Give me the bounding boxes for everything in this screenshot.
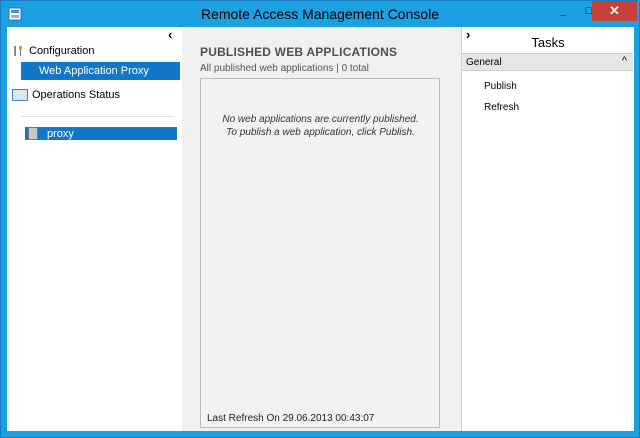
tools-icon — [14, 46, 22, 56]
tasks-pane: › Tasks General ^ Publish Refresh — [461, 27, 634, 431]
empty-state-message: No web applications are currently publis… — [222, 114, 419, 138]
section-title: PUBLISHED WEB APPLICATIONS — [200, 45, 398, 59]
server-icon — [28, 127, 38, 140]
nav-item-configuration[interactable]: Configuration — [12, 45, 94, 57]
nav-divider — [19, 116, 174, 117]
close-icon: ✕ — [609, 3, 620, 18]
last-refresh-text: Last Refresh On 29.06.2013 00:43:07 — [207, 413, 375, 424]
collapse-left-icon[interactable]: ‹ — [168, 27, 172, 42]
operations-status-icon — [12, 89, 28, 101]
content-pane: PUBLISHED WEB APPLICATIONS All published… — [188, 27, 455, 431]
title-bar[interactable]: Remote Access Management Console _ □ ✕ — [1, 1, 639, 27]
task-refresh[interactable]: Refresh — [484, 102, 519, 113]
close-button[interactable]: ✕ — [592, 1, 637, 21]
chevron-up-icon: ^ — [621, 55, 627, 67]
tasks-title: Tasks — [531, 35, 565, 50]
nav-label-configuration: Configuration — [29, 45, 95, 57]
section-subtitle: All published web applications | 0 total — [200, 63, 369, 74]
task-publish[interactable]: Publish — [484, 81, 517, 92]
published-apps-list: No web applications are currently publis… — [200, 78, 440, 428]
nav-item-operations-status[interactable]: Operations Status — [12, 89, 120, 101]
minimize-button[interactable]: _ — [550, 1, 576, 21]
navigation-pane: ‹ Configuration Web Application Proxy Op… — [7, 27, 182, 431]
nav-label-web-application-proxy: Web Application Proxy — [39, 65, 149, 77]
nav-label-operations-status: Operations Status — [32, 89, 121, 101]
tasks-group-general[interactable]: General ^ — [462, 53, 633, 71]
app-window: Remote Access Management Console _ □ ✕ ‹… — [0, 0, 640, 438]
window-title: Remote Access Management Console — [200, 6, 440, 22]
client-area: ‹ Configuration Web Application Proxy Op… — [7, 27, 634, 431]
minimize-icon: _ — [559, 5, 567, 17]
nav-item-web-application-proxy[interactable]: Web Application Proxy — [21, 62, 180, 80]
group-label: General — [466, 56, 502, 68]
server-item-proxy[interactable]: proxy — [25, 127, 177, 140]
server-label: proxy — [47, 127, 74, 140]
